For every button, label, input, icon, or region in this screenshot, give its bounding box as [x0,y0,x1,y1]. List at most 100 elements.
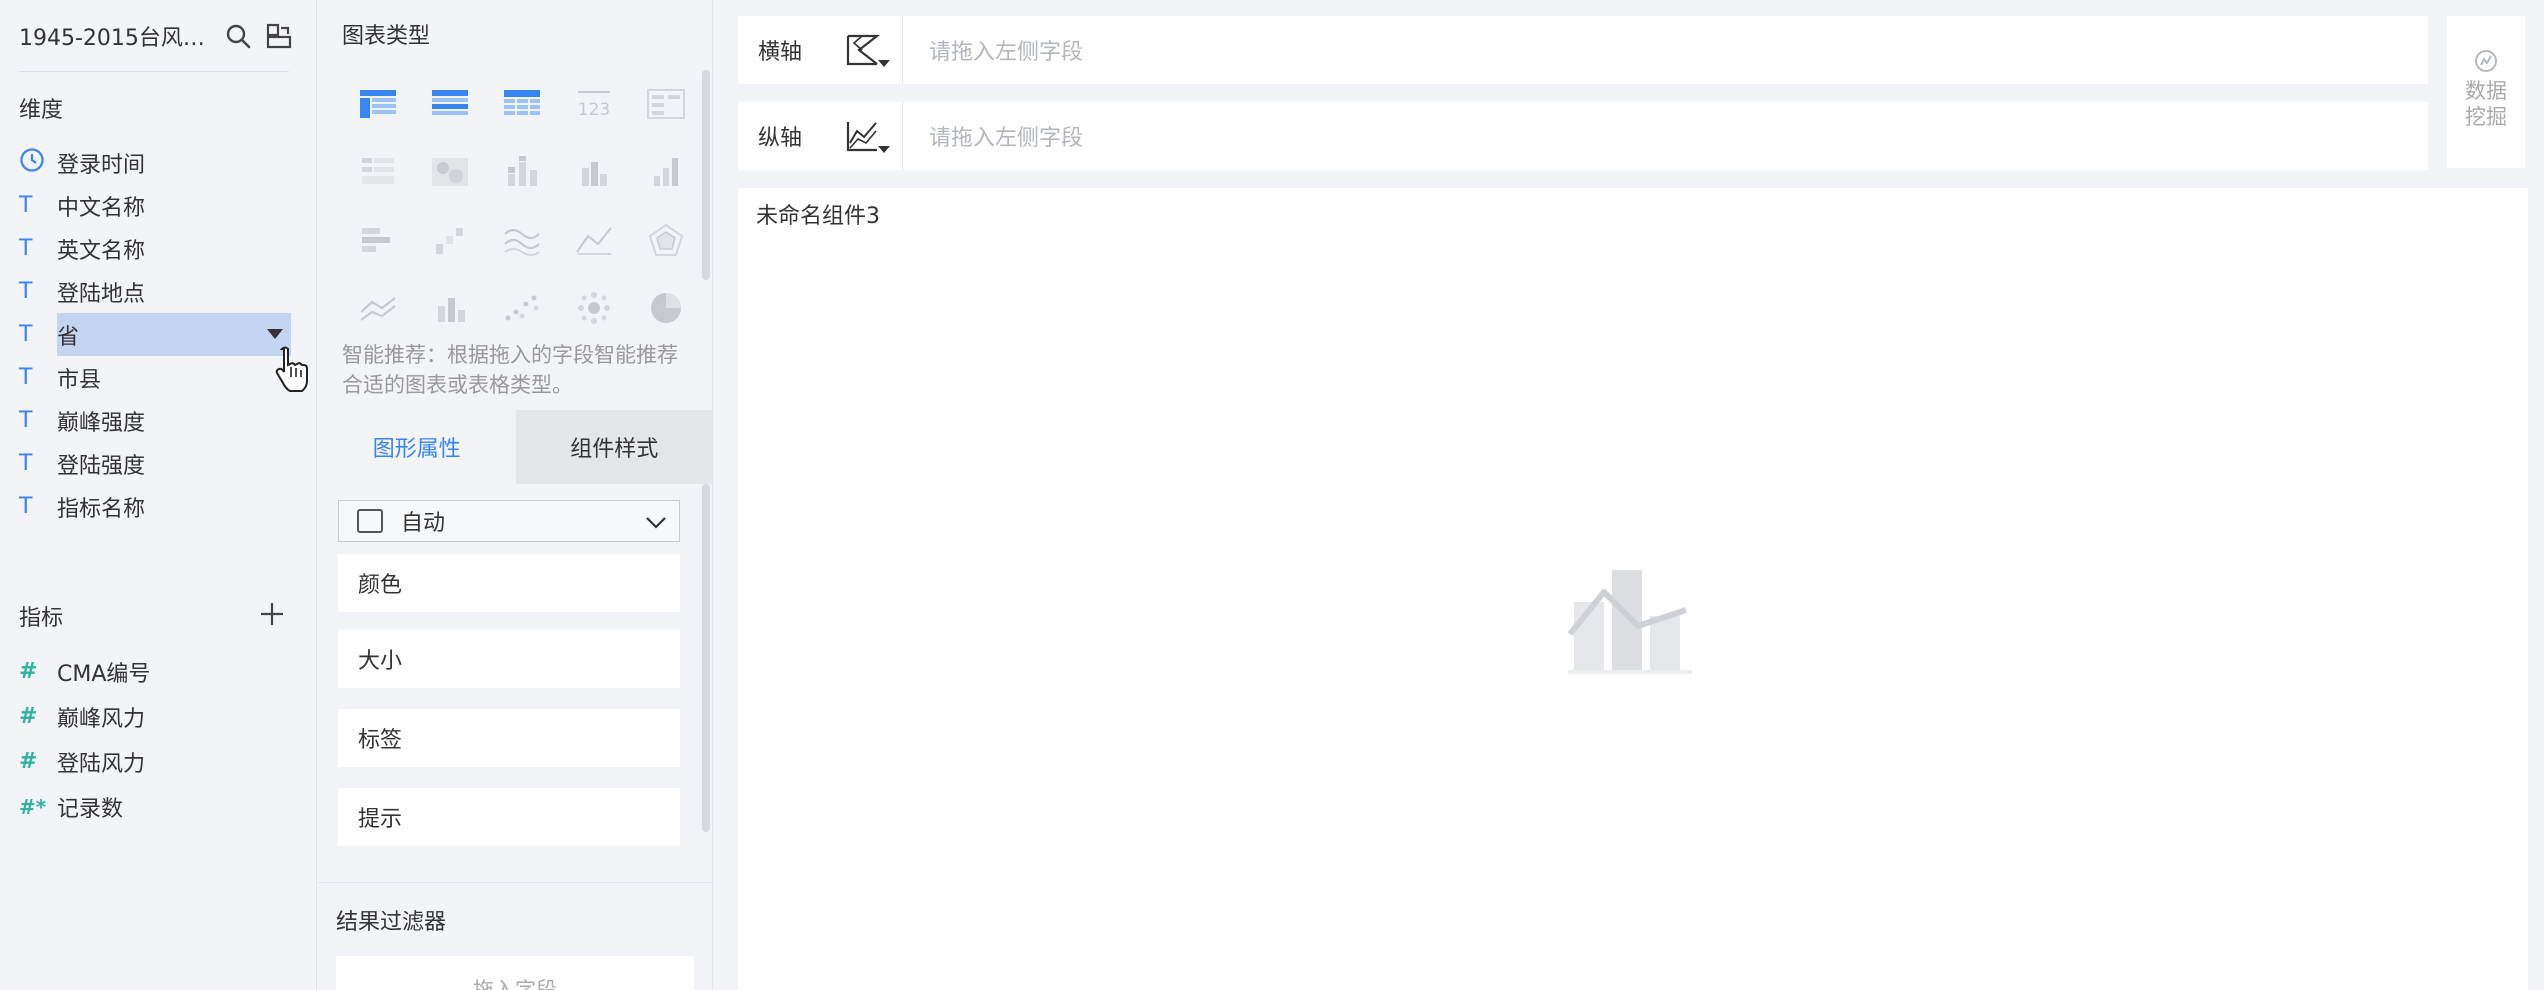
prop-color[interactable]: 颜色 [338,554,680,612]
text-type-icon: T [19,279,33,304]
chart-type-column[interactable] [558,138,630,206]
y-axis-dropzone[interactable]: 请拖入左侧字段 [903,120,2428,152]
chart-type-area[interactable] [558,206,630,274]
chart-type-radar[interactable] [630,206,702,274]
chart-type-grouped-column[interactable] [630,138,702,206]
text-type-icon: T [19,193,33,218]
text-type-icon: T [19,236,33,261]
chart-type-scatter[interactable] [486,274,558,342]
chart-type-kpi[interactable]: 123 [558,70,630,138]
data-mining-icon [2475,50,2497,72]
caret-down-icon [878,146,890,153]
chart-type-column-line[interactable] [414,274,486,342]
mark-type-select[interactable]: 自动 [338,500,680,542]
switch-dataset-icon[interactable] [264,20,295,52]
result-filter-title: 结果过滤器 [336,910,447,935]
x-axis-dropzone[interactable]: 请拖入左侧字段 [903,34,2428,66]
chevron-down-icon [643,509,669,539]
number-type-icon: # [19,704,38,729]
x-axis-type-button[interactable] [822,16,902,84]
chart-type-grid: 123 [342,70,702,342]
config-panel: 图表类型 123 智能推荐：根据拖入的字段智能推荐合适的图表或表格类型。 图形属… [318,0,713,990]
chart-type-bubble[interactable] [558,274,630,342]
chart-type-pie[interactable] [630,274,702,342]
chart-types-title: 图表类型 [342,24,431,49]
measure-section-title: 指标 [19,606,64,631]
caret-down-icon [878,60,890,67]
measure-item-cma-id[interactable]: # CMA编号 [19,649,291,694]
tab-graph-properties[interactable]: 图形属性 [318,410,516,484]
plus-icon[interactable] [258,600,286,628]
field-panel: 1945-2015台风登… 维度 登录时间 T 中文名称 T 英文名称 T 登陆… [0,0,317,990]
data-mining-label: 数据挖掘 [2465,79,2507,129]
mark-type-value: 自动 [401,511,446,536]
dimension-item-login-time[interactable]: 登录时间 [19,141,291,184]
number-type-icon: # [19,749,38,774]
chart-type-line[interactable] [486,206,558,274]
dimension-item-cn-name[interactable]: T 中文名称 [19,184,291,227]
tab-component-style[interactable]: 组件样式 [515,410,713,484]
chart-type-scrollbar[interactable] [702,70,710,280]
measure-item-landing-wind[interactable]: # 登陆风力 [19,739,291,784]
graph-properties-panel: 自动 颜色 大小 标签 提示 [318,484,713,884]
dimension-label: 登录时间 [57,152,146,178]
chart-type-bar[interactable] [342,206,414,274]
dropzone-hint: 拖入字段 [473,978,557,990]
chart-type-cross-table[interactable] [486,70,558,138]
measure-label: 登陆风力 [57,751,146,777]
chart-type-area-map[interactable] [342,138,414,206]
dropdown-caret-icon[interactable] [267,329,283,339]
line-chart-axis-icon [846,122,877,152]
x-axis-shelf: 横轴 请拖入左侧字段 [738,16,2428,84]
dimension-item-province[interactable]: T 省 [19,313,291,356]
chart-type-heat-map[interactable] [414,138,486,206]
properties-scrollbar[interactable] [702,484,710,832]
text-type-icon: T [19,313,57,356]
search-icon[interactable] [222,20,253,52]
chart-type-detail[interactable] [630,70,702,138]
dimension-label: 省 [57,324,80,350]
result-filter-dropzone[interactable]: 拖入字段 [336,956,694,990]
dimension-item-landing-intensity[interactable]: T 登陆强度 [19,442,291,485]
svg-text:123: 123 [578,100,610,120]
dimension-label: 登陆地点 [57,281,146,307]
y-axis-shelf: 纵轴 请拖入左侧字段 [738,102,2428,170]
dimension-item-metric-name[interactable]: T 指标名称 [19,485,291,528]
measure-list: # CMA编号 # 巅峰风力 # 登陆风力 #* 记录数 [19,649,291,829]
dimension-label: 英文名称 [57,238,146,264]
measure-item-peak-wind[interactable]: # 巅峰风力 [19,694,291,739]
dimension-item-en-name[interactable]: T 英文名称 [19,227,291,270]
dimension-label: 指标名称 [57,496,146,522]
chart-type-range-area[interactable] [342,274,414,342]
measure-label: 巅峰风力 [57,706,146,732]
datasource-header: 1945-2015台风登… [19,18,295,54]
clock-icon [19,147,57,179]
dimension-item-landing-place[interactable]: T 登陆地点 [19,270,291,313]
x-axis-label: 横轴 [758,40,803,65]
component-name[interactable]: 未命名组件3 [756,198,880,230]
prop-size[interactable]: 大小 [338,630,680,688]
prop-tooltip[interactable]: 提示 [338,788,680,846]
smart-recommend-tip: 智能推荐：根据拖入的字段智能推荐合适的图表或表格类型。 [342,343,678,397]
text-type-icon: T [19,494,33,519]
datasource-title[interactable]: 1945-2015台风登… [19,20,208,52]
square-mark-icon [357,509,383,533]
text-type-icon: T [19,451,33,476]
y-axis-type-button[interactable] [822,102,902,170]
chart-type-group-table[interactable] [414,70,486,138]
prop-label[interactable]: 标签 [338,709,680,767]
measure-label: 记录数 [57,796,124,822]
measure-label: CMA编号 [57,661,151,687]
divider [19,71,289,72]
text-type-icon: T [19,408,33,433]
dimension-item-peak-intensity[interactable]: T 巅峰强度 [19,399,291,442]
chart-type-table[interactable] [342,70,414,138]
chart-type-stacked-bar[interactable] [486,138,558,206]
chart-type-waterfall[interactable] [414,206,486,274]
measure-item-record-count[interactable]: #* 记录数 [19,784,291,829]
dimension-item-city[interactable]: T 市县 [19,356,291,399]
config-tabs: 图形属性 组件样式 [318,410,713,484]
dimension-axis-icon [846,34,880,66]
dimension-section-title: 维度 [19,98,64,123]
data-mining-button[interactable]: 数据挖掘 [2447,16,2525,168]
